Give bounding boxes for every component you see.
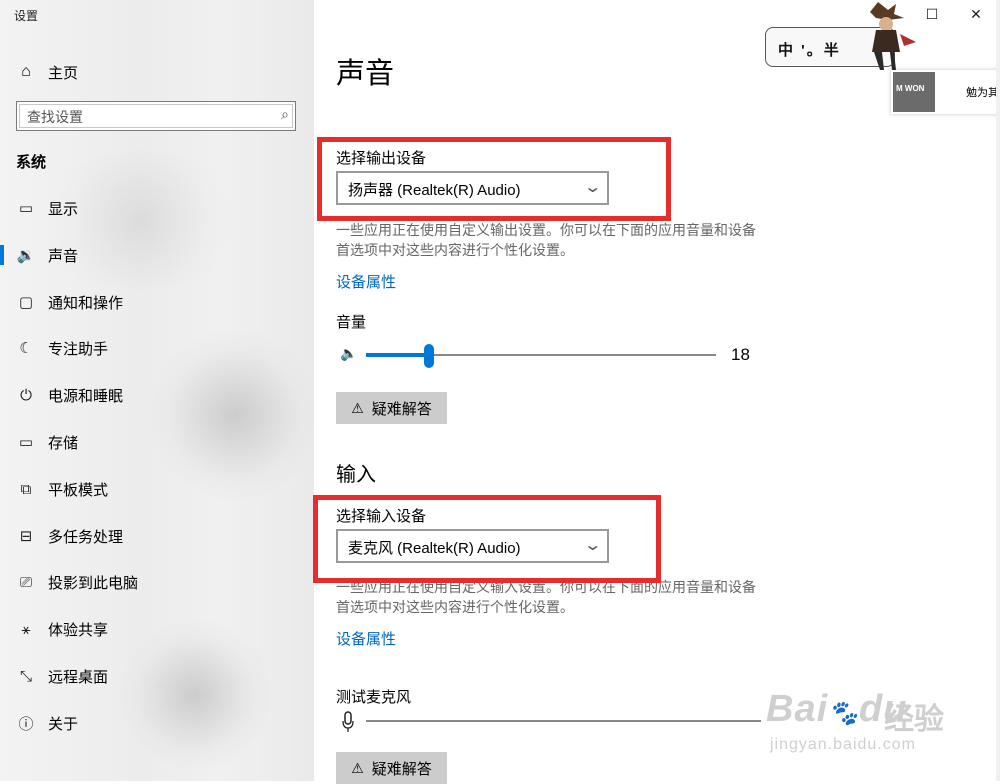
sidebar-item-label: 体验共享 [48, 621, 109, 639]
maximize-button[interactable]: ☐ [912, 6, 952, 23]
output-troubleshoot-button[interactable]: ⚠ 疑难解答 [336, 392, 447, 424]
sidebar-item-label: 电源和睡眠 [48, 387, 124, 405]
input-heading: 输入 [336, 464, 376, 486]
sidebar-item-label: 专注助手 [48, 340, 109, 358]
main-panel [314, 0, 1000, 781]
chevron-down-icon: ⌄ [582, 179, 602, 196]
sidebar-item-label: 显示 [48, 200, 79, 218]
mic-test-label: 测试麦克风 [336, 689, 412, 706]
warning-icon: ⚠ [351, 759, 364, 776]
moon-icon: ☾ [19, 340, 33, 357]
input-device-dropdown[interactable]: 麦克风 (Realtek(R) Audio) ⌄ [336, 529, 609, 563]
sidebar-item-monitor[interactable]: ▭ 显示 [0, 188, 314, 228]
sidebar-home[interactable]: ⌂ 主页 [16, 60, 78, 84]
storage-icon: ▭ [18, 434, 34, 451]
speaker-icon[interactable]: 🔈 [340, 345, 357, 362]
sidebar-item-notification[interactable]: ▢ 通知和操作 [0, 282, 314, 322]
troubleshoot-label: 疑难解答 [371, 400, 432, 418]
sidebar-item-power[interactable]: ⏻ 电源和睡眠 [0, 375, 314, 415]
output-device-dropdown[interactable]: 扬声器 (Realtek(R) Audio) ⌄ [336, 171, 609, 205]
output-description: 一些应用正在使用自定义输出设置。你可以在下面的应用音量和设备首选项中对这些内容进… [336, 222, 756, 258]
input-device-label: 选择输入设备 [336, 508, 427, 525]
volume-slider-thumb[interactable] [424, 344, 434, 368]
search-icon[interactable]: ⌕ [281, 106, 289, 123]
power-icon: ⏻ [20, 386, 32, 404]
sidebar-item-label: 存储 [48, 434, 79, 452]
character-mascot-icon [870, 2, 916, 70]
input-device-value: 麦克风 (Realtek(R) Audio) [348, 540, 521, 557]
sidebar-item-multitask[interactable]: ⊟ 多任务处理 [0, 516, 314, 556]
ime-status: 中 '。半 [778, 42, 841, 59]
remote-icon: ⤡ [19, 667, 32, 685]
microphone-icon [342, 711, 354, 732]
sidebar-item-label: 通知和操作 [48, 294, 124, 312]
sidebar-item-share[interactable]: ⚹ 体验共享 [0, 609, 314, 649]
sidebar-item-label: 关于 [48, 715, 79, 733]
sidebar-item-storage[interactable]: ▭ 存储 [0, 422, 314, 462]
window-border [996, 0, 1000, 781]
project-icon: ⎚ [19, 573, 32, 591]
search-input[interactable]: 查找设置 [27, 107, 83, 127]
notification-icon: ▢ [18, 294, 34, 311]
watermark-url: jingyan.baidu.com [770, 736, 916, 753]
close-button[interactable]: ✕ [956, 6, 996, 23]
volume-slider-fill [366, 353, 429, 357]
sidebar-item-label: 多任务处理 [48, 528, 124, 546]
sidebar-item-tablet[interactable]: ⧉ 平板模式 [0, 469, 314, 509]
sidebar-item-moon[interactable]: ☾ 专注助手 [0, 328, 314, 368]
tablet-icon: ⧉ [20, 480, 32, 498]
output-device-value: 扬声器 (Realtek(R) Audio) [348, 182, 521, 199]
output-device-label: 选择输出设备 [336, 150, 427, 167]
search-box[interactable]: 查找设置 ⌕ [16, 101, 296, 131]
sidebar-item-label: 远程桌面 [48, 668, 109, 686]
window-title: 设置 [14, 9, 39, 23]
baidu-watermark: Bai🐾du 经验 jingyan.baidu.com [766, 670, 996, 770]
input-description: 一些应用正在使用自定义输入设置。你可以在下面的应用音量和设备首选项中对这些内容进… [336, 579, 756, 615]
home-icon: ⌂ [21, 63, 31, 80]
input-troubleshoot-button[interactable]: ⚠ 疑难解答 [336, 752, 447, 784]
sidebar-item-label: 声音 [48, 247, 79, 265]
sidebar-item-remote[interactable]: ⤡ 远程桌面 [0, 656, 314, 696]
sidebar-item-project[interactable]: ⎚ 投影到此电脑 [0, 562, 314, 602]
sidebar-item-label: 平板模式 [48, 481, 109, 499]
speaker-icon: 🔉 [16, 247, 36, 264]
notification-popup[interactable]: M WON 勉为其 [891, 70, 1000, 114]
mic-level-bar [366, 720, 761, 722]
notification-text: 勉为其 [966, 87, 999, 99]
sidebar-item-speaker[interactable]: 🔉 声音 [0, 235, 314, 275]
volume-value: 18 [731, 345, 750, 364]
notification-thumbnail: M WON [893, 72, 935, 112]
volume-label: 音量 [336, 314, 367, 331]
warning-icon: ⚠ [351, 399, 364, 416]
sidebar: 设置 ⌂ 主页 查找设置 ⌕ 系统 ▭ 显示 🔉 声音 ▢ 通知和操作 ☾ 专注助手 ⏻ 电源和睡… [0, 0, 314, 781]
troubleshoot-label: 疑难解答 [371, 760, 432, 778]
info-icon: ⓘ [18, 715, 34, 733]
page-title: 声音 [336, 58, 395, 90]
chevron-down-icon: ⌄ [582, 537, 602, 554]
multitask-icon: ⊟ [19, 528, 33, 545]
watermark-cn: 经验 [884, 703, 944, 736]
sidebar-item-info[interactable]: ⓘ 关于 [0, 703, 314, 743]
input-properties-link[interactable]: 设备属性 [336, 628, 396, 649]
sidebar-item-label: 投影到此电脑 [48, 574, 139, 592]
output-properties-link[interactable]: 设备属性 [336, 271, 396, 292]
thumbnail-text: M WON [896, 84, 925, 93]
monitor-icon: ▭ [18, 200, 34, 217]
home-label: 主页 [48, 64, 79, 82]
section-title: 系统 [16, 154, 47, 171]
share-icon: ⚹ [21, 620, 31, 638]
